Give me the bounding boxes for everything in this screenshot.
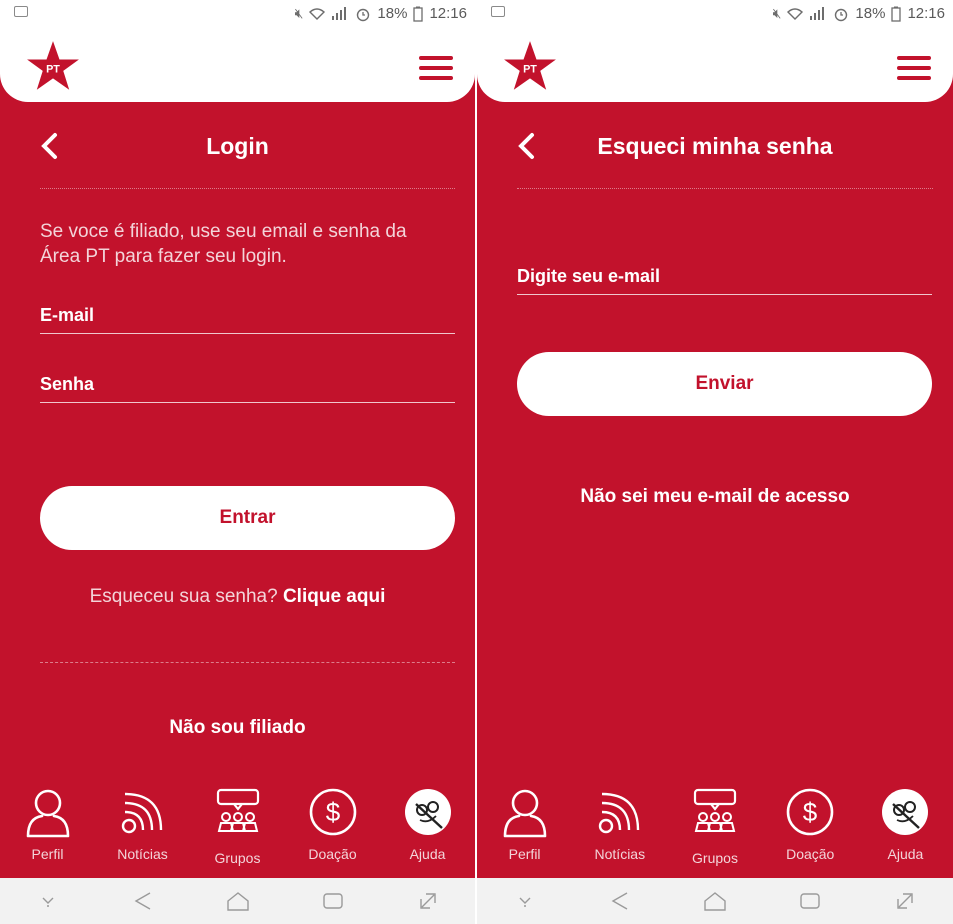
login-screen: 🔇︎ 18% 12:16 PT Login Se voce é filiado,… — [0, 0, 475, 924]
pt-logo[interactable]: PT — [503, 40, 557, 92]
system-nav-bar — [0, 878, 475, 924]
alarm-icon — [835, 8, 848, 21]
status-right: 🔇︎ 18% 12:16 — [773, 5, 945, 22]
donation-icon: $ — [786, 788, 834, 836]
email-field[interactable] — [40, 298, 455, 333]
mute-icon: 🔇︎ — [294, 5, 304, 21]
nav-item-ajuda[interactable]: Ajuda — [380, 780, 475, 876]
forgot-password-screen: 🔇︎ 18% 12:16 PT Esqueci minha senha Envi… — [477, 0, 953, 924]
expand-icon[interactable] — [413, 888, 443, 914]
user-icon — [503, 789, 546, 838]
forgot-password-text: Esqueceu sua senha? Clique aqui — [0, 586, 475, 608]
nav-label: Grupos — [214, 850, 261, 866]
forgot-password-link[interactable]: Clique aqui — [283, 586, 385, 607]
nav-item-grupos[interactable]: Grupos — [667, 780, 762, 876]
nav-item-noticias[interactable]: Notícias — [95, 780, 190, 876]
logo-text: PT — [523, 63, 537, 75]
bottom-nav: Perfil Notícias Grupos $ Doação Ajuda — [0, 780, 475, 876]
nav-label: Notícias — [594, 846, 646, 862]
hide-keyboard-icon[interactable] — [33, 888, 63, 914]
nav-label: Notícias — [117, 846, 168, 862]
password-field[interactable] — [40, 367, 455, 402]
nav-item-perfil[interactable]: Perfil — [0, 780, 95, 876]
groups-icon — [693, 788, 737, 832]
status-bar: 🔇︎ 18% 12:16 — [477, 0, 953, 28]
nav-item-noticias[interactable]: Notícias — [572, 780, 667, 876]
status-right: 🔇︎ 18% 12:16 — [295, 5, 467, 22]
send-button[interactable]: Enviar — [517, 352, 932, 416]
signal-icon — [810, 7, 825, 20]
clock: 12:16 — [429, 5, 467, 22]
recovery-email-field[interactable] — [517, 259, 932, 294]
nav-item-ajuda[interactable]: Ajuda — [858, 780, 953, 876]
recent-apps-icon[interactable] — [318, 888, 348, 914]
mute-icon: 🔇︎ — [772, 5, 782, 21]
expand-icon[interactable] — [890, 888, 920, 914]
wifi-icon — [309, 7, 326, 20]
clock: 12:16 — [907, 5, 945, 22]
nav-label: Perfil — [31, 846, 64, 862]
home-icon[interactable] — [700, 888, 730, 914]
battery-icon — [891, 6, 902, 22]
email-field-wrapper — [517, 259, 932, 295]
hamburger-menu-icon[interactable] — [897, 56, 931, 80]
nav-label: Ajuda — [887, 846, 924, 862]
page-title: Login — [206, 133, 269, 159]
system-nav-bar — [477, 878, 953, 924]
unknown-email-link[interactable]: Não sei meu e-mail de acesso — [477, 486, 953, 508]
svg-text:$: $ — [325, 797, 340, 827]
app-header: 🔇︎ 18% 12:16 PT — [477, 0, 953, 102]
help-icon — [404, 789, 451, 835]
divider — [40, 188, 455, 189]
nav-item-doacao[interactable]: $ Doação — [285, 780, 380, 876]
nav-label: Doação — [308, 846, 357, 862]
login-intro-text: Se voce é filiado, use seu email e senha… — [40, 221, 407, 267]
nav-item-grupos[interactable]: Grupos — [190, 780, 285, 876]
groups-icon — [216, 788, 259, 832]
nav-item-doacao[interactable]: $ Doação — [763, 780, 858, 876]
password-field-wrapper — [40, 367, 455, 403]
forgot-password-prefix: Esqueceu sua senha? — [89, 586, 278, 607]
app-header: 🔇︎ 18% 12:16 PT — [0, 0, 475, 102]
not-member-link[interactable]: Não sou filiado — [0, 717, 475, 739]
nav-item-perfil[interactable]: Perfil — [477, 780, 572, 876]
nav-label: Perfil — [508, 846, 541, 862]
nav-label: Grupos — [692, 850, 738, 866]
alarm-icon — [357, 8, 370, 21]
hamburger-menu-icon[interactable] — [419, 56, 453, 80]
pt-logo[interactable]: PT — [26, 40, 80, 92]
signal-icon — [332, 7, 347, 20]
battery-percent: 18% — [377, 5, 408, 22]
back-icon[interactable] — [605, 888, 635, 914]
help-icon — [882, 789, 929, 835]
wifi-icon — [787, 7, 804, 20]
recent-apps-icon[interactable] — [795, 888, 825, 914]
rss-icon — [598, 792, 639, 834]
status-bar: 🔇︎ 18% 12:16 — [0, 0, 475, 28]
login-button[interactable]: Entrar — [40, 486, 455, 550]
gallery-notification-icon — [14, 6, 28, 17]
logo-text: PT — [46, 63, 60, 75]
back-icon[interactable] — [128, 888, 158, 914]
bottom-nav: Perfil Notícias Grupos $ Doação Ajuda — [477, 780, 953, 876]
donation-icon: $ — [309, 788, 356, 836]
svg-text:$: $ — [803, 797, 818, 827]
gallery-notification-icon — [491, 6, 505, 17]
user-icon — [26, 789, 69, 838]
page-title: Esqueci minha senha — [597, 133, 833, 159]
email-field-wrapper — [40, 298, 455, 334]
nav-label: Ajuda — [409, 846, 446, 862]
battery-icon — [413, 6, 424, 22]
rss-icon — [121, 792, 162, 834]
divider — [517, 188, 933, 189]
battery-percent: 18% — [855, 5, 886, 22]
home-icon[interactable] — [223, 888, 253, 914]
nav-label: Doação — [786, 846, 835, 862]
divider — [40, 662, 455, 663]
hide-keyboard-icon[interactable] — [510, 888, 540, 914]
